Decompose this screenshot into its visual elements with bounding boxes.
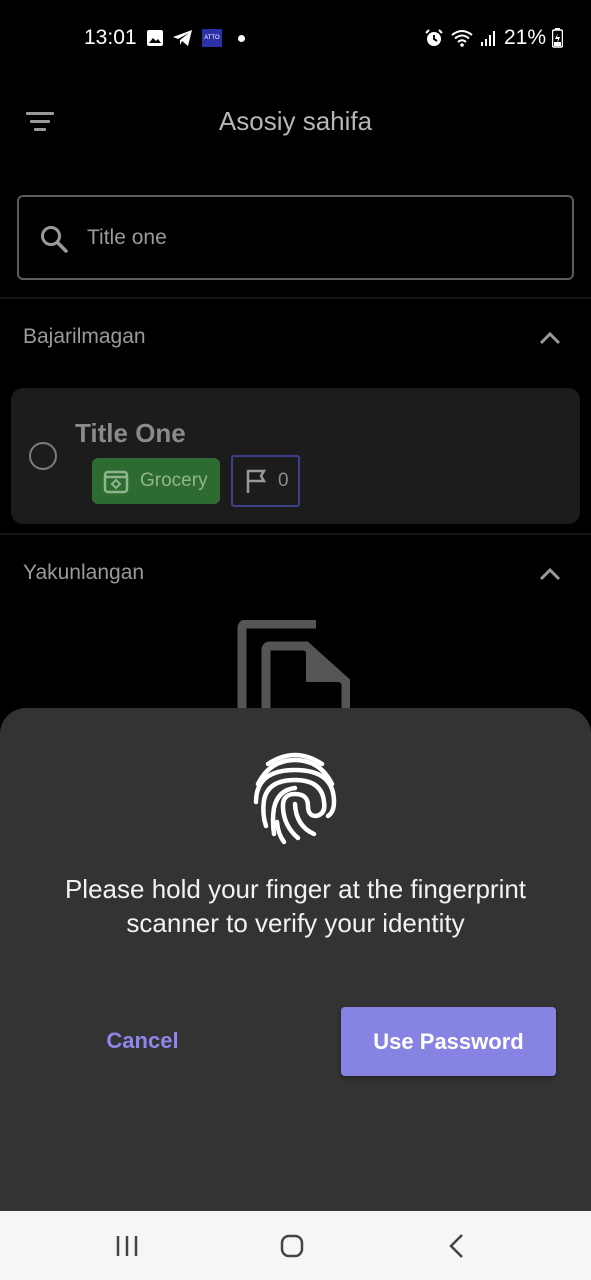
home-icon[interactable]: [277, 1231, 307, 1261]
system-nav-bar: [0, 1211, 591, 1280]
use-password-button[interactable]: Use Password: [341, 1007, 556, 1076]
cancel-button[interactable]: Cancel: [60, 1008, 225, 1074]
fingerprint-icon: [253, 752, 337, 845]
recents-icon[interactable]: [112, 1231, 142, 1261]
dialog-message-line-1: Please hold your finger at the fingerpri…: [64, 874, 527, 904]
biometric-dialog: Please hold your finger at the fingerpri…: [0, 708, 591, 1211]
dialog-message-line-2: scanner to verify your identity: [126, 908, 465, 938]
back-icon[interactable]: [443, 1231, 473, 1261]
dialog-message: Please hold your finger at the fingerpri…: [20, 872, 571, 940]
